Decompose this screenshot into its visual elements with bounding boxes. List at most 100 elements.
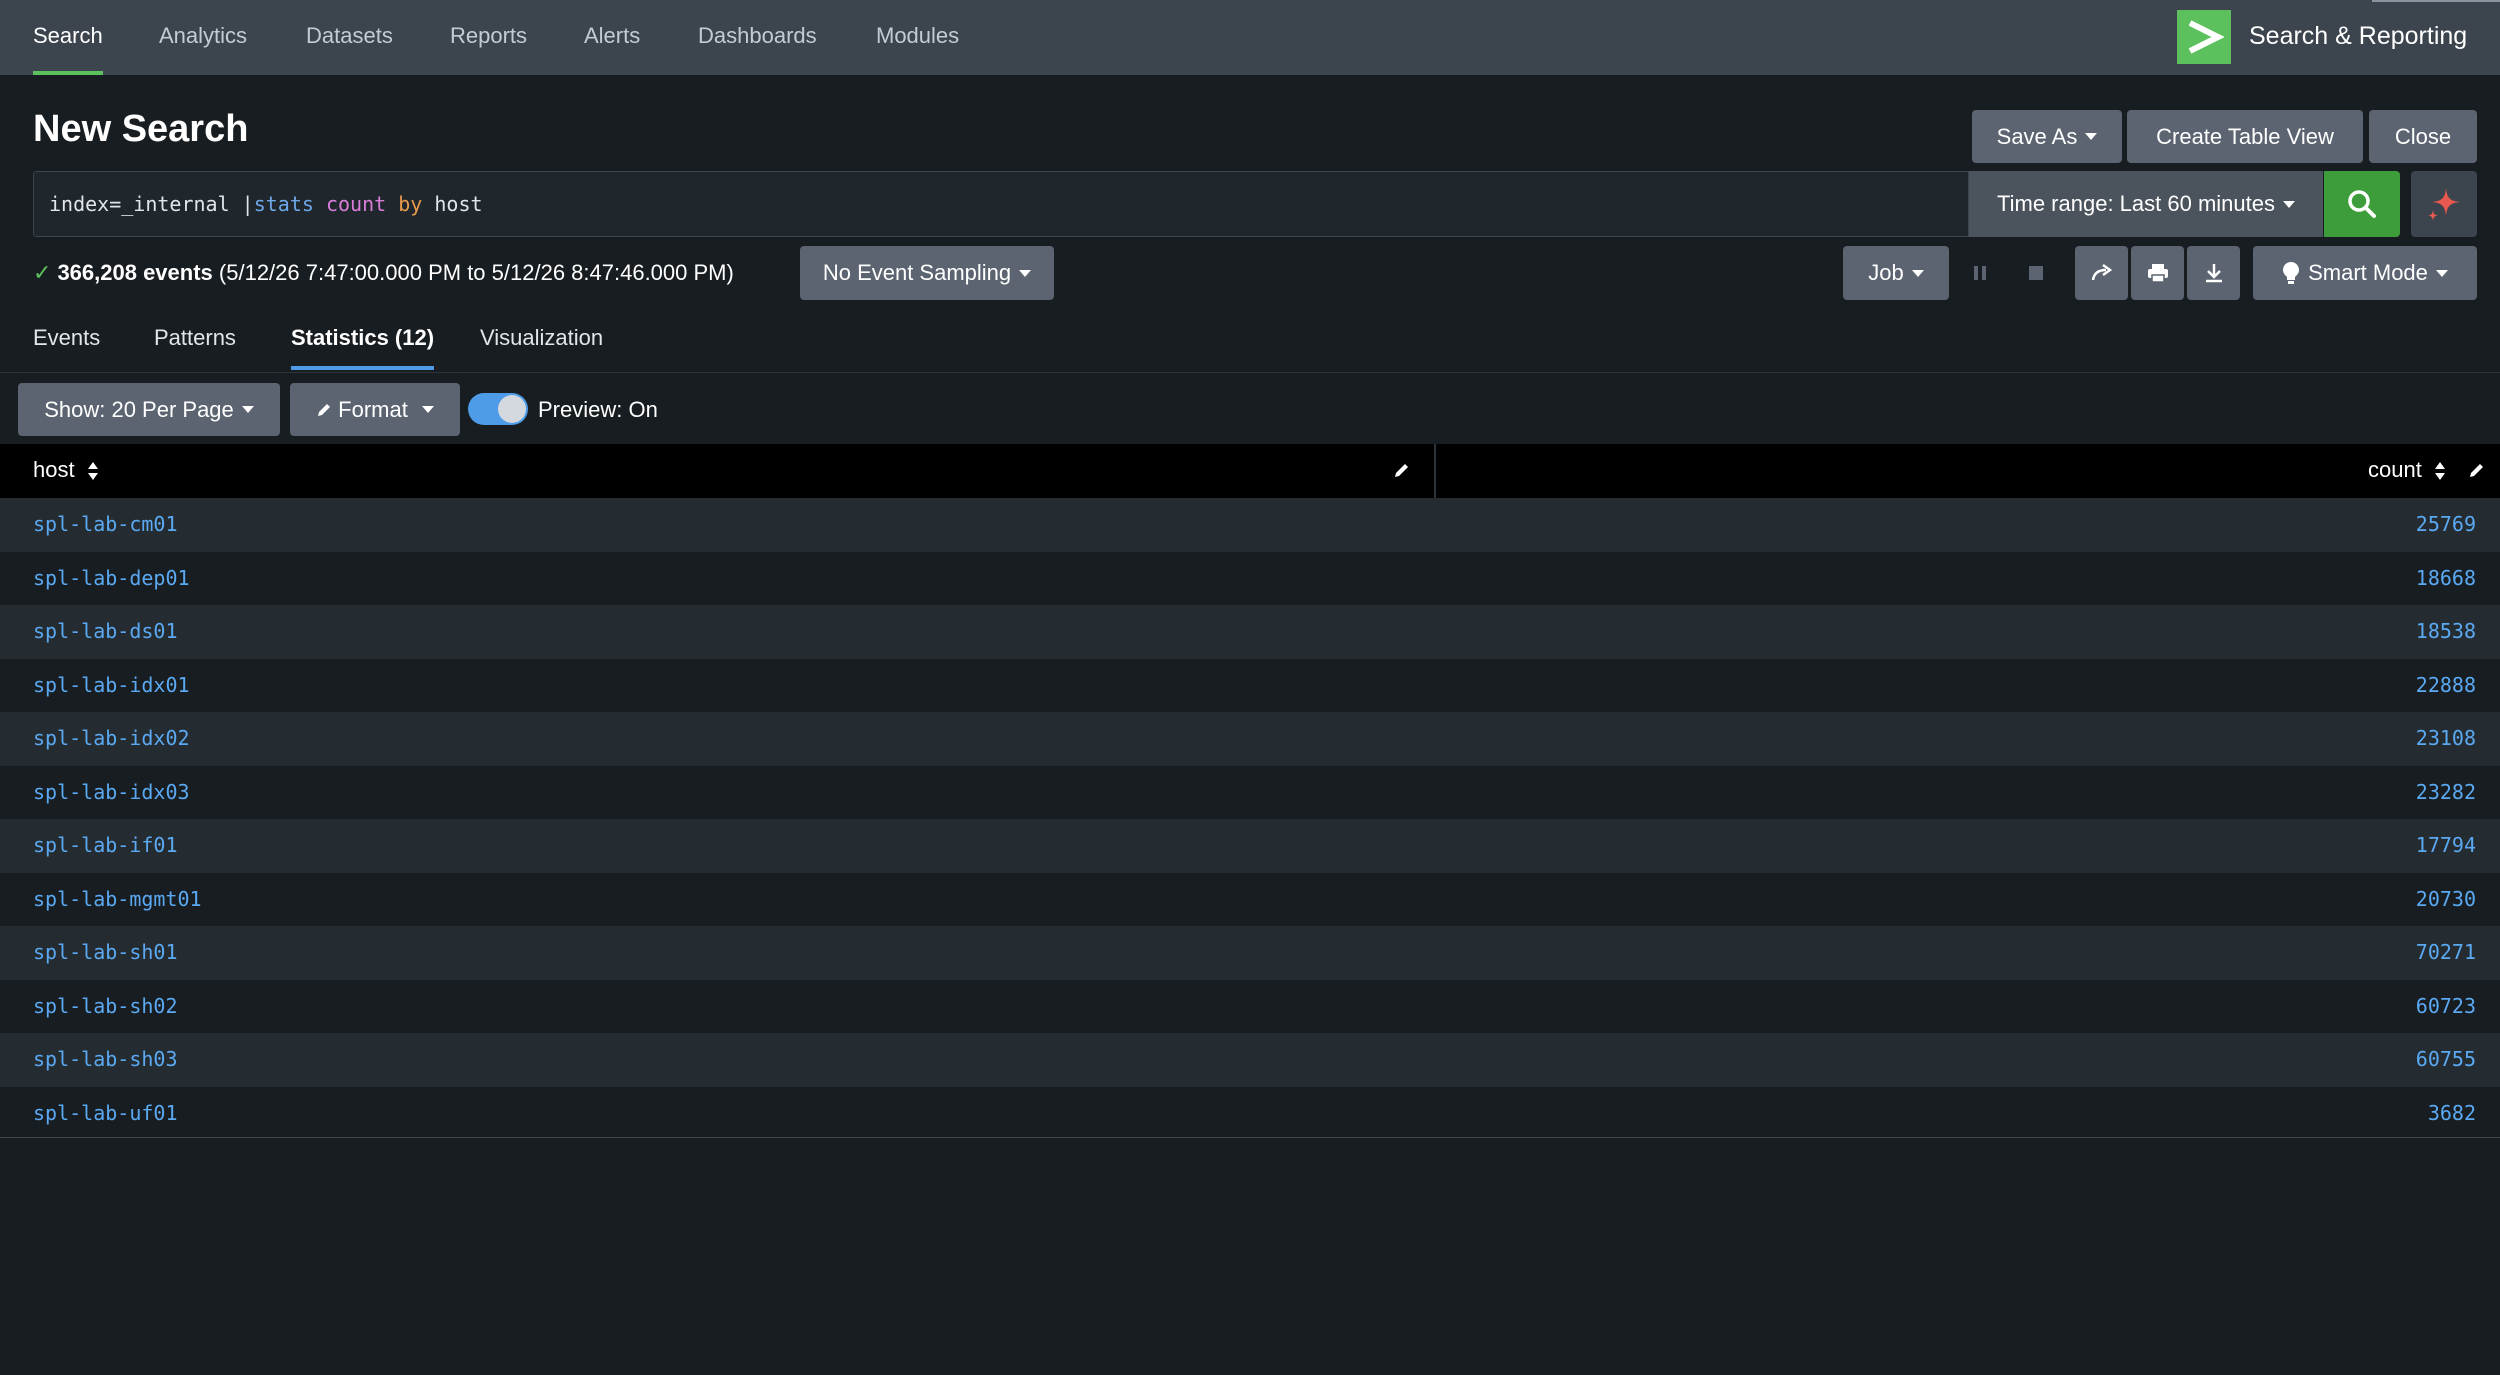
column-label-host: host <box>33 457 75 482</box>
host-cell[interactable]: spl-lab-uf01 <box>33 1087 178 1140</box>
search-status: ✓ 366,208 events (5/12/26 7:47:00.000 PM … <box>33 258 734 288</box>
count-cell[interactable]: 60723 <box>2416 980 2476 1033</box>
tabs-divider <box>0 372 2500 373</box>
sparkle-icon <box>2428 188 2460 221</box>
host-cell[interactable]: spl-lab-sh02 <box>33 980 178 1033</box>
count-cell[interactable]: 18538 <box>2416 605 2476 658</box>
column-header-host[interactable]: host <box>33 444 99 498</box>
event-sampling-dropdown[interactable]: No Event Sampling <box>800 246 1054 300</box>
format-label: Format <box>338 396 408 422</box>
search-mode-label: Smart Mode <box>2308 260 2428 285</box>
table-row: spl-lab-sh03 60755 <box>0 1033 2500 1087</box>
host-cell[interactable]: spl-lab-ds01 <box>33 605 178 658</box>
ai-assistant-button[interactable] <box>2411 171 2477 237</box>
table-row: spl-lab-uf01 3682 <box>0 1086 2500 1140</box>
count-cell[interactable]: 23282 <box>2416 766 2476 819</box>
nav-item-search[interactable]: Search <box>33 0 103 75</box>
time-range-label: Time range: Last 60 minutes <box>1997 191 2275 216</box>
search-button[interactable] <box>2324 171 2400 237</box>
check-icon: ✓ <box>33 260 52 285</box>
nav-item-analytics[interactable]: Analytics <box>159 0 247 75</box>
download-icon <box>2205 264 2222 283</box>
tab-patterns[interactable]: Patterns <box>154 320 236 370</box>
chevron-right-icon[interactable] <box>2177 10 2231 64</box>
count-cell[interactable]: 17794 <box>2416 819 2476 872</box>
format-dropdown[interactable]: Format <box>290 383 460 436</box>
count-cell[interactable]: 25769 <box>2416 498 2476 551</box>
top-nav: Search Analytics Datasets Reports Alerts… <box>0 0 2500 75</box>
table-row: spl-lab-idx02 23108 <box>0 712 2500 766</box>
preview-toggle[interactable] <box>468 393 528 425</box>
event-count: 366,208 events <box>57 260 213 285</box>
table-bottom-border <box>0 1137 2500 1138</box>
count-cell[interactable]: 22888 <box>2416 659 2476 712</box>
host-cell[interactable]: spl-lab-idx02 <box>33 712 190 765</box>
print-icon <box>2147 264 2168 283</box>
table-row: spl-lab-cm01 25769 <box>0 498 2500 552</box>
table-row: spl-lab-if01 17794 <box>0 819 2500 873</box>
nav-item-alerts[interactable]: Alerts <box>584 0 640 75</box>
query-command: stats <box>253 192 314 216</box>
search-input[interactable]: index=_internal |stats count by host <box>33 171 1969 237</box>
pause-button[interactable] <box>1960 246 2000 300</box>
stop-icon <box>2029 266 2043 280</box>
pause-icon <box>1974 266 1986 280</box>
table-row: spl-lab-mgmt01 20730 <box>0 872 2500 926</box>
event-sampling-label: No Event Sampling <box>822 260 1012 285</box>
share-icon <box>2091 263 2112 281</box>
share-button[interactable] <box>2075 246 2128 300</box>
time-range-picker[interactable]: Time range: Last 60 minutes <box>1969 171 2323 237</box>
host-cell[interactable]: spl-lab-cm01 <box>33 498 178 551</box>
count-cell[interactable]: 18668 <box>2416 552 2476 605</box>
table-row: spl-lab-idx03 23282 <box>0 765 2500 819</box>
query-function: count <box>325 192 387 216</box>
nav-item-reports[interactable]: Reports <box>450 0 527 75</box>
stop-button[interactable] <box>2016 246 2056 300</box>
sort-icon[interactable] <box>87 461 99 481</box>
table-row: spl-lab-sh01 70271 <box>0 926 2500 980</box>
table-header: host count <box>0 444 2500 498</box>
count-cell[interactable]: 23108 <box>2416 712 2476 765</box>
query-space-2 <box>386 192 398 216</box>
count-cell[interactable]: 3682 <box>2428 1087 2476 1140</box>
sort-icon[interactable] <box>2434 461 2446 481</box>
host-cell[interactable]: spl-lab-mgmt01 <box>33 873 202 926</box>
chevron-down-icon <box>1911 269 1924 277</box>
nav-item-modules[interactable]: Modules <box>876 0 959 75</box>
tab-visualization[interactable]: Visualization <box>480 320 603 370</box>
search-icon <box>2348 190 2376 218</box>
count-cell[interactable]: 70271 <box>2416 926 2476 979</box>
search-mode-dropdown[interactable]: Smart Mode <box>2253 246 2477 300</box>
pencil-icon[interactable] <box>2468 461 2486 484</box>
count-cell[interactable]: 20730 <box>2416 873 2476 926</box>
tab-events[interactable]: Events <box>33 320 100 370</box>
print-button[interactable] <box>2131 246 2184 300</box>
close-button[interactable]: Close <box>2369 110 2477 163</box>
toggle-knob <box>498 395 526 423</box>
app-name[interactable]: Search & Reporting <box>2249 0 2467 75</box>
host-cell[interactable]: spl-lab-sh03 <box>33 1033 178 1086</box>
export-button[interactable] <box>2187 246 2240 300</box>
create-table-view-button[interactable]: Create Table View <box>2127 110 2363 163</box>
table-row: spl-lab-dep01 18668 <box>0 551 2500 605</box>
pencil-icon[interactable] <box>1393 461 1411 484</box>
pencil-icon <box>318 403 331 416</box>
per-page-dropdown[interactable]: Show: 20 Per Page <box>18 383 280 436</box>
close-label: Close <box>2394 123 2452 149</box>
table-row: spl-lab-idx01 22888 <box>0 658 2500 712</box>
per-page-label: Show: 20 Per Page <box>44 396 234 422</box>
job-menu-button[interactable]: Job <box>1843 246 1949 300</box>
chevron-down-icon <box>2085 133 2098 140</box>
table-row: spl-lab-sh02 60723 <box>0 979 2500 1033</box>
nav-item-datasets[interactable]: Datasets <box>306 0 393 75</box>
host-cell[interactable]: spl-lab-sh01 <box>33 926 178 979</box>
count-cell[interactable]: 60755 <box>2416 1033 2476 1086</box>
nav-item-dashboards[interactable]: Dashboards <box>698 0 817 75</box>
host-cell[interactable]: spl-lab-idx03 <box>33 766 190 819</box>
host-cell[interactable]: spl-lab-dep01 <box>33 552 190 605</box>
host-cell[interactable]: spl-lab-if01 <box>33 819 178 872</box>
tab-statistics[interactable]: Statistics (12) <box>291 320 435 370</box>
column-header-count[interactable]: count <box>2368 444 2446 498</box>
save-as-button[interactable]: Save As <box>1972 110 2122 163</box>
host-cell[interactable]: spl-lab-idx01 <box>33 659 190 712</box>
